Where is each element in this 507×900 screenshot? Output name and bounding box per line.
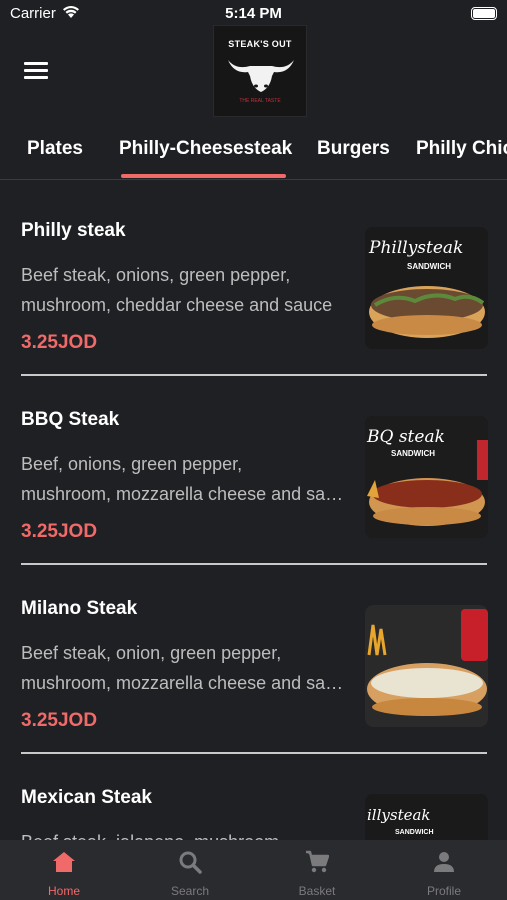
product-item[interactable]: Mexican Steak Beef steak, jalapeno, mush… bbox=[0, 747, 507, 840]
product-name: Mexican Steak bbox=[21, 787, 152, 808]
product-name: Philly steak bbox=[21, 220, 126, 241]
tab-plates[interactable]: Plates bbox=[27, 138, 83, 160]
tab-philly-chicken[interactable]: Philly Chicken bbox=[416, 138, 507, 160]
bottom-navigation: Home Search Basket Profile bbox=[0, 840, 507, 900]
home-icon bbox=[53, 852, 75, 872]
svg-text:illysteak: illysteak bbox=[367, 806, 431, 824]
cart-icon bbox=[306, 850, 329, 873]
product-image: Phillysteak SANDWICH bbox=[365, 227, 488, 349]
active-tab-indicator bbox=[121, 174, 286, 178]
svg-text:Phillysteak: Phillysteak bbox=[368, 238, 463, 258]
product-description: Beef steak, jalapeno, mushroom, bbox=[21, 827, 346, 840]
nav-profile[interactable]: Profile bbox=[381, 840, 507, 900]
svg-text:SANDWICH: SANDWICH bbox=[395, 829, 434, 836]
product-item[interactable]: Philly steak Beef steak, onions, green p… bbox=[0, 180, 507, 376]
product-description: Beef steak, onions, green pepper, mushro… bbox=[21, 265, 333, 315]
profile-icon bbox=[434, 852, 454, 872]
svg-text:BQ steak: BQ steak bbox=[366, 427, 445, 447]
nav-label: Basket bbox=[298, 884, 336, 898]
svg-text:SANDWICH: SANDWICH bbox=[407, 262, 451, 271]
product-name: BBQ Steak bbox=[21, 409, 120, 430]
product-image: illysteak SANDWICH bbox=[365, 794, 488, 840]
product-price: 3.25JOD bbox=[21, 710, 98, 731]
hamburger-menu-icon[interactable] bbox=[24, 62, 48, 80]
tab-philly-cheesesteak[interactable]: Philly-Cheesesteak bbox=[119, 138, 292, 160]
bull-head-icon bbox=[228, 60, 294, 92]
brand-logo: STEAK'S OUT THE REAL TASTE bbox=[213, 25, 307, 117]
svg-text:SANDWICH: SANDWICH bbox=[391, 449, 435, 458]
search-icon bbox=[179, 851, 202, 874]
product-image: BQ steak SANDWICH bbox=[365, 416, 488, 538]
product-description: Beef steak, onion, green pepper, mushroo… bbox=[21, 643, 346, 693]
nav-label: Home bbox=[47, 884, 80, 898]
logo-subtitle: THE REAL TASTE bbox=[239, 98, 281, 104]
product-list: Philly steak Beef steak, onions, green p… bbox=[0, 180, 507, 840]
product-image bbox=[365, 605, 488, 727]
nav-label: Search bbox=[170, 884, 210, 898]
logo-title: STEAK'S OUT bbox=[228, 39, 292, 49]
product-description: Beef, onions, green pepper, mushroom, mo… bbox=[21, 454, 346, 504]
product-price: 3.25JOD bbox=[21, 521, 98, 542]
product-name: Milano Steak bbox=[21, 598, 138, 619]
clock: 5:14 PM bbox=[225, 5, 282, 22]
nav-label: Profile bbox=[426, 884, 461, 898]
nav-basket[interactable]: Basket bbox=[254, 840, 380, 900]
app-header: STEAK'S OUT THE REAL TASTE bbox=[0, 24, 507, 118]
product-item[interactable]: Milano Steak Beef steak, onion, green pe… bbox=[0, 558, 507, 754]
tab-burgers[interactable]: Burgers bbox=[317, 138, 390, 160]
battery-icon bbox=[471, 7, 497, 20]
nav-home[interactable]: Home bbox=[1, 840, 127, 900]
product-price: 3.25JOD bbox=[21, 332, 98, 353]
product-item[interactable]: BBQ Steak Beef, onions, green pepper, mu… bbox=[0, 369, 507, 565]
category-tabs: Plates Philly-Cheesesteak Burgers Philly… bbox=[0, 118, 507, 180]
nav-search[interactable]: Search bbox=[127, 840, 253, 900]
